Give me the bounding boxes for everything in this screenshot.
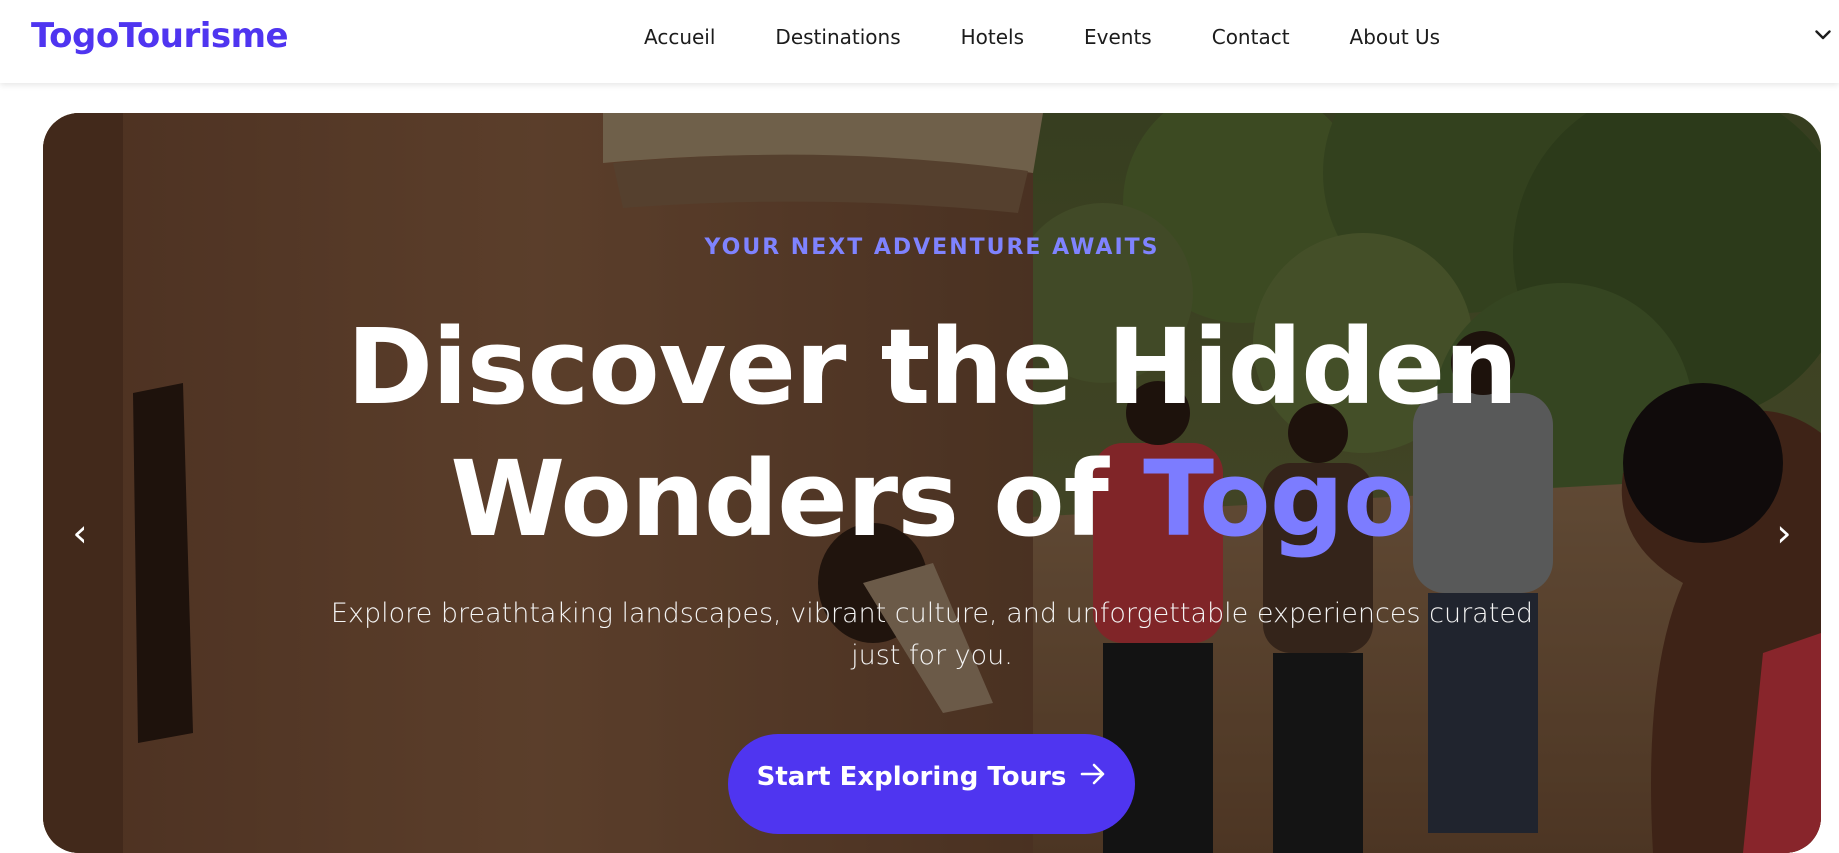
brand-logo[interactable]: TogoTourisme <box>31 16 289 56</box>
nav-item-events[interactable]: Events <box>1084 25 1152 49</box>
hero-headline: Discover the Hidden Wonders of Togo <box>43 301 1821 565</box>
top-navbar: TogoTourisme Accueil Destinations Hotels… <box>0 0 1839 83</box>
main-nav: Accueil Destinations Hotels Events Conta… <box>644 0 1440 73</box>
nav-item-hotels[interactable]: Hotels <box>961 25 1024 49</box>
hero-carousel: YOUR NEXT ADVENTURE AWAITS Discover the … <box>43 113 1821 853</box>
headline-line-1: Discover the Hidden <box>346 306 1518 428</box>
hero-content: YOUR NEXT ADVENTURE AWAITS Discover the … <box>43 113 1821 853</box>
nav-item-accueil[interactable]: Accueil <box>644 25 715 49</box>
nav-item-destinations[interactable]: Destinations <box>775 25 900 49</box>
hero-subtitle: Explore breathtaking landscapes, vibrant… <box>330 598 1534 671</box>
hero-eyebrow: YOUR NEXT ADVENTURE AWAITS <box>704 235 1160 260</box>
cta-label: Start Exploring Tours <box>756 762 1067 792</box>
start-exploring-tours-button[interactable]: Start Exploring Tours <box>728 734 1135 834</box>
carousel-next-button[interactable]: › <box>1764 508 1804 558</box>
arrow-right-icon <box>1080 762 1106 793</box>
chevron-down-icon <box>1815 30 1831 40</box>
nav-item-contact[interactable]: Contact <box>1212 25 1290 49</box>
carousel-prev-button[interactable]: ‹ <box>60 508 100 558</box>
headline-accent-togo: Togo <box>1143 438 1414 560</box>
headline-line-2: Wonders of <box>450 438 1144 560</box>
nav-dropdown-toggle[interactable] <box>1807 22 1839 48</box>
nav-item-about-us[interactable]: About Us <box>1350 25 1441 49</box>
